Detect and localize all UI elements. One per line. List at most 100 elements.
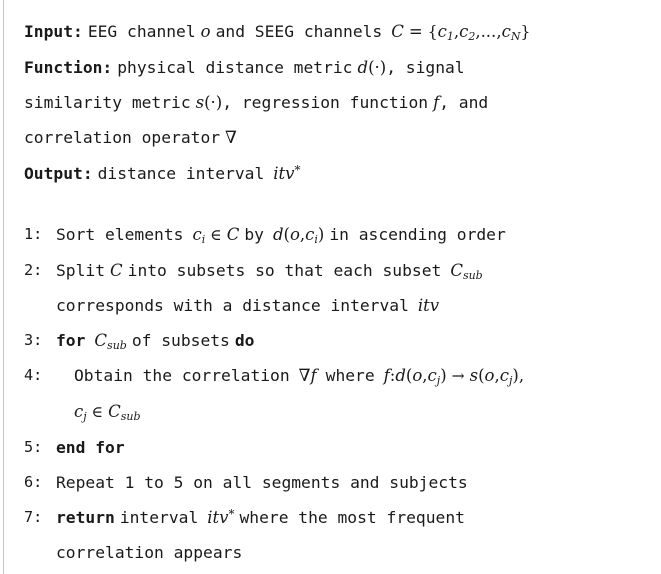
step-body-1: Sort elements ci ∈ Cby d(o,ci) in ascending o… [56, 217, 657, 253]
step-1-set-c: C [226, 225, 240, 244]
step-number-3: 3: [24, 331, 43, 349]
step-row: 5: end for [24, 430, 657, 465]
step-2-text-1: Split [56, 261, 106, 280]
step-4-o: o [412, 366, 423, 385]
step-2-text-2: into subsets so that each subset [127, 261, 442, 280]
step-4-s: s [469, 366, 479, 385]
input-brace-close: } [520, 23, 531, 41]
step-3-keyword-for: for [56, 331, 86, 350]
step-7-cont-text: correlation appears [56, 543, 243, 562]
step-2-continuation-line: corresponds with a distance interval itv [56, 288, 657, 323]
step-5-keyword-end-for: end for [56, 438, 125, 457]
step-2-itv: itv [417, 296, 440, 315]
step-2-csub-subscript: sub [462, 269, 483, 283]
step-3-text-1: of subsets [131, 331, 230, 350]
step-4-text-1: Obtain the correlation [74, 366, 290, 385]
step-body-2: Split Cinto subsets so that each subset Cs… [56, 253, 657, 323]
input-elem-n: c [501, 22, 511, 41]
input-elem-1: c [437, 22, 447, 41]
step-row: 2: Split Cinto subsets so that each subse… [24, 253, 657, 323]
function-text-1: physical distance metric [117, 58, 353, 77]
step-1-text-3: in ascending order [329, 225, 506, 244]
step-body-3: for Csub of subsets do [56, 323, 657, 358]
step-number-1: 1: [24, 225, 43, 243]
algorithm-steps: 1: Sort elements ci ∈ Cby d(o,ci) in ascendin… [0, 217, 661, 570]
input-elem-1-subscript: 1 [446, 30, 454, 44]
step-7-text-1: interval [119, 508, 199, 527]
header-line-function: Function: physical distance metric d(·), s… [24, 50, 657, 85]
step-4-f: f [310, 366, 317, 385]
step-1-d-close: ) [317, 225, 325, 244]
step-5-line: end for [56, 430, 657, 465]
step-3-keyword-do: do [234, 331, 255, 350]
function-s-arg: (·) [204, 93, 223, 112]
step-4-o2: o [484, 366, 495, 385]
step-2-cont-text: corresponds with a distance interval [56, 296, 409, 315]
step-4-cj2: c [499, 366, 509, 385]
step-number-2: 2: [24, 261, 43, 279]
header-line-input: Input: EEG channel o and SEEG channels C = {c1… [24, 14, 657, 50]
step-1-c-subscript: i [201, 233, 206, 247]
output-text: distance interval [97, 164, 265, 183]
step-row: 3: for Csub of subsets do [24, 323, 657, 358]
step-number-5: 5: [24, 438, 43, 456]
function-d-var: d [357, 58, 369, 77]
input-set-name: C [391, 22, 404, 41]
function-cont-text-2: , regression function [222, 93, 429, 112]
output-keyword: Output: [24, 164, 93, 183]
step-6-text: Repeat 1 to 5 on all segments and subjec… [56, 473, 468, 492]
step-3-csub: C [94, 331, 108, 350]
function-cont2-text: correlation operator [24, 128, 221, 147]
step-1-o: o [289, 225, 300, 244]
input-elem-n-subscript: N [510, 30, 521, 44]
input-equals: = [408, 22, 423, 41]
output-itv-star: * [294, 162, 301, 177]
function-text-2: , signal [386, 58, 465, 77]
function-cont-text-1: similarity metric [24, 93, 191, 112]
step-4-line: Obtain the correlation ∇f where f:d(o,cj) → s… [56, 358, 657, 394]
step-2-csub: C [450, 261, 463, 280]
step-number-7: 7: [24, 508, 43, 526]
header-line-function-cont-2: correlation operator ∇ [24, 120, 657, 156]
step-row: 7: return interval itv* where the most freq… [24, 500, 657, 570]
right-arrow-icon: → [451, 367, 465, 385]
step-1-c: c [192, 225, 202, 244]
step-1-d: d [272, 225, 284, 244]
step-4-cj: c [427, 366, 437, 385]
step-body-7: return interval itv* where the most frequen… [56, 500, 657, 570]
step-row: 4: Obtain the correlation ∇f where f:d(o,cj… [24, 358, 657, 430]
step-4-d: d [395, 366, 406, 385]
step-number-4: 4: [24, 366, 43, 384]
step-2-set-c: C [110, 261, 123, 280]
step-4-trailing-comma: , [518, 366, 525, 385]
input-keyword: Input: [24, 22, 83, 41]
step-7-itv-star: * [228, 506, 235, 521]
step-6-line: Repeat 1 to 5 on all segments and subjec… [56, 465, 657, 500]
step-4-text-2: where [325, 366, 375, 385]
step-body-5: end for [56, 430, 657, 465]
step-body-6: Repeat 1 to 5 on all segments and subjec… [56, 465, 657, 500]
input-ellipsis: ... [480, 22, 497, 41]
input-text-mid: and SEEG channels [215, 22, 383, 41]
step-3-csub-subscript: sub [107, 339, 127, 353]
function-keyword: Function: [24, 58, 113, 77]
step-3-line: for Csub of subsets do [56, 323, 657, 358]
step-row: 1: Sort elements ci ∈ Cby d(o,ci) in ascendin… [24, 217, 657, 253]
function-d-arg: (·) [368, 58, 387, 77]
step-7-line: return interval itv* where the most frequen… [56, 500, 657, 535]
header-steps-gap [0, 191, 661, 217]
step-4-cont-csub-subscript: sub [120, 410, 141, 424]
nabla-icon: ∇ [225, 128, 237, 148]
step-1-text-1: Sort elements [56, 225, 184, 244]
step-4-cont-cj: c [74, 402, 84, 421]
step-body-4: Obtain the correlation ∇f where f:d(o,cj) → s… [56, 358, 657, 430]
algorithm-block: Input: EEG channel o and SEEG channels C = {c1… [0, 0, 661, 570]
step-number-6: 6: [24, 473, 43, 491]
step-1-line: Sort elements ci ∈ Cby d(o,ci) in ascending o… [56, 217, 657, 253]
step-4-cont-csub: C [108, 402, 121, 421]
step-row: 6: Repeat 1 to 5 on all segments and sub… [24, 465, 657, 500]
step-1-element-of-icon: ∈ [210, 226, 222, 244]
step-4-element-of-icon: ∈ [91, 403, 104, 421]
step-7-itv: itv [207, 508, 229, 527]
step-7-keyword-return: return [56, 508, 115, 527]
